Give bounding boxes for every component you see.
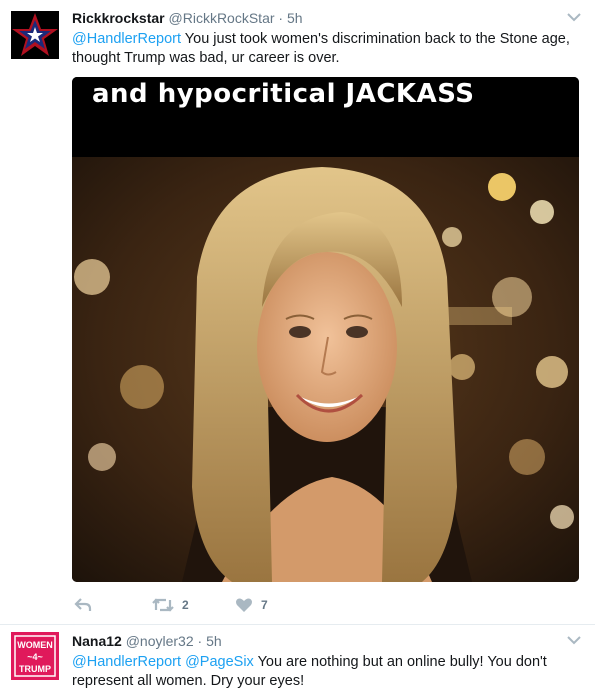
mention-link[interactable]: @HandlerReport	[72, 31, 181, 47]
like-action[interactable]: 7	[235, 596, 268, 614]
tweet-media[interactable]: and hypocritical JACKASS	[72, 77, 579, 582]
star-icon	[11, 11, 59, 59]
mention-link[interactable]: @PageSix	[185, 654, 254, 670]
chevron-down-icon[interactable]	[567, 635, 581, 645]
separator: ·	[278, 10, 284, 26]
heart-icon	[236, 598, 252, 612]
avatar[interactable]	[11, 11, 59, 59]
mention-link[interactable]: @HandlerReport	[72, 654, 181, 670]
women-4-trump-logo: WOMEN ~4~ TRUMP	[11, 632, 59, 680]
tweet-text: @HandlerReport @PageSix You are nothing …	[72, 653, 572, 691]
reply-icon	[74, 598, 92, 611]
retweet-icon	[152, 598, 174, 612]
separator: ·	[197, 633, 203, 649]
like-count: 7	[261, 598, 268, 612]
tweet: Rickkrockstar @RickkRockStar · 5h @Handl…	[0, 0, 595, 625]
tweet-header: Rickkrockstar @RickkRockStar · 5h	[72, 10, 303, 26]
username[interactable]: @RickkRockStar	[169, 10, 275, 26]
media-caption: and hypocritical JACKASS	[92, 79, 475, 109]
tweet-text: @HandlerReport You just took women's dis…	[72, 30, 572, 68]
avatar-text-line: TRUMP	[19, 664, 51, 674]
retweet-action[interactable]: 2	[152, 596, 189, 614]
display-name[interactable]: Nana12	[72, 633, 122, 649]
timestamp[interactable]: 5h	[287, 10, 303, 26]
avatar[interactable]: WOMEN ~4~ TRUMP	[11, 632, 59, 680]
retweet-count: 2	[182, 598, 189, 612]
chevron-down-icon[interactable]	[567, 12, 581, 22]
media-photo	[72, 157, 579, 582]
timestamp[interactable]: 5h	[206, 633, 222, 649]
media-caption-bar: and hypocritical JACKASS	[72, 77, 579, 157]
tweet-header: Nana12 @noyler32 · 5h	[72, 633, 222, 649]
tweet: WOMEN ~4~ TRUMP Nana12 @noyler32 · 5h @H…	[0, 625, 595, 699]
reply-action[interactable]	[74, 596, 92, 614]
tweet-actions: 2 7	[72, 596, 472, 614]
display-name[interactable]: Rickkrockstar	[72, 10, 165, 26]
avatar-text-line: ~4~	[27, 652, 43, 662]
avatar-text-line: WOMEN	[17, 640, 53, 650]
username[interactable]: @noyler32	[126, 633, 194, 649]
